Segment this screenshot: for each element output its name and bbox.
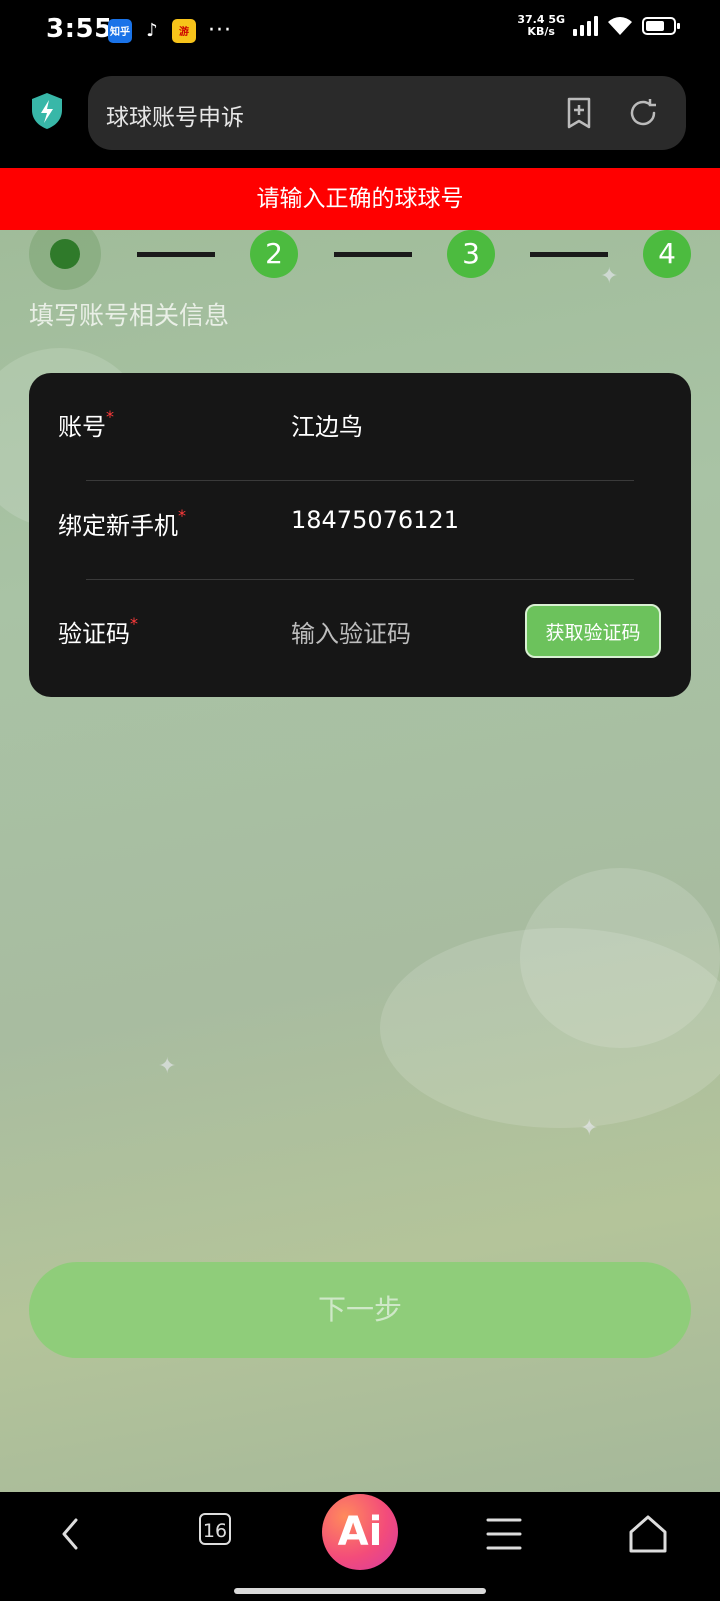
account-label-text: 账号	[58, 413, 106, 441]
battery-icon	[642, 17, 680, 35]
step-4: 4	[643, 230, 691, 278]
browser-bar: 球球账号申诉	[0, 62, 720, 168]
zhihu-app-icon: 知乎	[108, 18, 132, 43]
phone-input[interactable]: 18475076121	[291, 506, 459, 534]
background-cloud	[520, 868, 720, 1048]
error-banner: 请输入正确的球球号	[0, 168, 720, 230]
status-app-icons: 知乎 ♪ 游 ···	[108, 18, 232, 43]
security-shield-icon[interactable]	[30, 92, 64, 130]
sparkle-icon: ✦	[158, 1054, 177, 1079]
phone-label: 绑定新手机*	[58, 506, 186, 541]
divider	[86, 480, 634, 481]
required-mark: *	[178, 506, 186, 525]
step-3: 3	[447, 230, 495, 278]
required-mark: *	[130, 614, 138, 633]
net-speed: 37.4 5G KB/s	[517, 14, 565, 38]
address-text[interactable]: 球球账号申诉	[106, 98, 244, 132]
account-input[interactable]: 江边鸟	[291, 407, 363, 442]
step-2: 2	[250, 230, 298, 278]
status-bar: 3:55 知乎 ♪ 游 ··· 37.4 5G KB/s	[0, 0, 720, 62]
tabs-button[interactable]: 16	[199, 1513, 231, 1545]
wifi-icon	[608, 17, 632, 35]
address-bar[interactable]: 球球账号申诉	[88, 76, 686, 150]
menu-icon[interactable]	[482, 1512, 526, 1556]
code-label-text: 验证码	[58, 620, 130, 648]
back-icon[interactable]	[50, 1512, 94, 1556]
status-time: 3:55	[46, 14, 113, 44]
account-label: 账号*	[58, 407, 114, 442]
appeal-form: 账号* 江边鸟 绑定新手机* 18475076121 验证码* 输入验证码 获取…	[29, 373, 691, 697]
step-connector	[530, 252, 608, 257]
status-indicators: 37.4 5G KB/s	[517, 14, 680, 38]
divider	[86, 579, 634, 580]
next-step-button[interactable]: 下一步	[29, 1262, 691, 1358]
game-app-icon: 游	[172, 18, 196, 43]
get-code-button[interactable]: 获取验证码	[525, 604, 661, 658]
bottom-nav: 16 Ai	[0, 1492, 720, 1601]
step-1-current	[29, 218, 101, 290]
sparkle-icon: ✦	[580, 1116, 599, 1141]
signal-icon	[573, 16, 598, 36]
refresh-icon[interactable]	[626, 96, 660, 130]
home-indicator[interactable]	[234, 1588, 486, 1594]
net-speed-unit: KB/s	[527, 25, 555, 38]
step-connector	[334, 252, 412, 257]
more-notifications-icon: ···	[208, 18, 232, 43]
page-content: ✦ ✦ ✦ 2 3 4 填写账号相关信息 账号* 江边鸟 绑定新手机* 1847…	[0, 168, 720, 1492]
phone-label-text: 绑定新手机	[58, 512, 178, 540]
add-bookmark-icon[interactable]	[562, 96, 596, 130]
ai-assistant-button[interactable]: Ai	[322, 1494, 398, 1570]
step-connector	[137, 252, 215, 257]
progress-steps: 2 3 4	[0, 218, 720, 290]
home-icon[interactable]	[626, 1512, 670, 1556]
tiktok-app-icon: ♪	[140, 18, 164, 43]
required-mark: *	[106, 407, 114, 426]
code-input[interactable]: 输入验证码	[291, 614, 411, 649]
section-title: 填写账号相关信息	[29, 301, 230, 330]
code-label: 验证码*	[58, 614, 138, 649]
